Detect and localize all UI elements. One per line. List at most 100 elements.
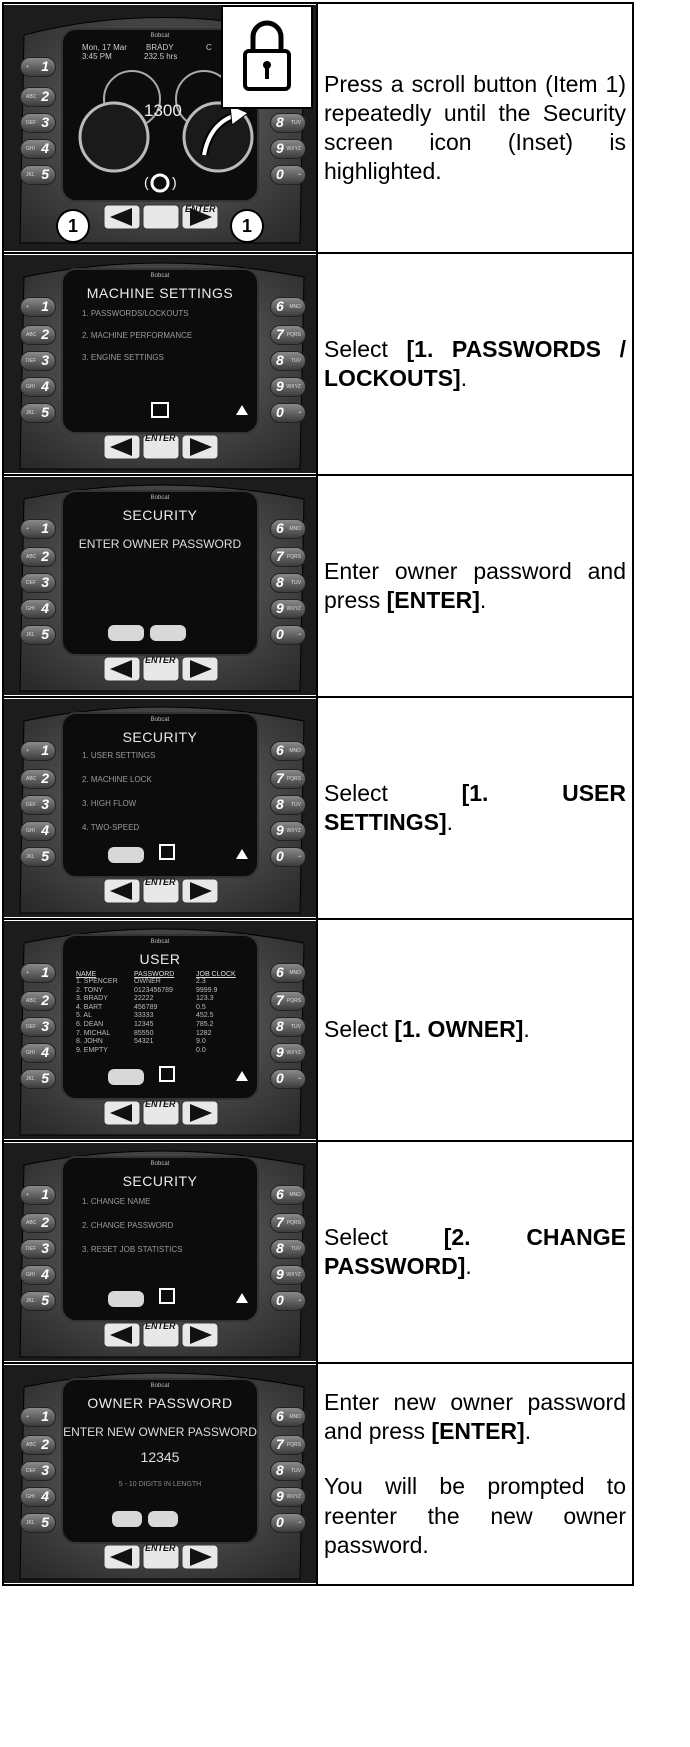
keypad-key-5[interactable]: JKL 5 [20, 403, 56, 423]
keypad-key-0[interactable]: 0 -• [270, 847, 306, 867]
scroll-left-button[interactable] [103, 1100, 141, 1126]
menu-item: 1. PASSWORDS/LOCKOUTS [82, 309, 189, 318]
scroll-right-button[interactable] [181, 878, 219, 904]
keypad-key-0[interactable]: 0 -• [270, 1513, 306, 1533]
scroll-left-button[interactable] [103, 878, 141, 904]
keypad-key-3[interactable]: DEF 3 [20, 1017, 56, 1037]
keypad-key-7[interactable]: 7 PQRS [270, 1213, 306, 1233]
table-row[interactable]: 9. EMPTY 0.0 [76, 1047, 246, 1056]
keypad-key-2[interactable]: ABC 2 [20, 1213, 56, 1233]
keypad-key-5[interactable]: JKL 5 [20, 625, 56, 645]
keypad-key-4[interactable]: GHI 4 [20, 599, 56, 619]
table-row[interactable]: 8. JOHN 54321 9.0 [76, 1038, 246, 1047]
keypad-key-1[interactable]: +1 [20, 1407, 56, 1427]
keypad-key-9[interactable]: 9 WXYZ [270, 1043, 306, 1063]
keypad-key-0[interactable]: 0 -• [270, 1069, 306, 1089]
enter-button[interactable] [142, 204, 180, 230]
table-row[interactable]: 6. DEAN 12345 785.2 [76, 1021, 246, 1030]
keypad-key-4[interactable]: GHI 4 [20, 377, 56, 397]
table-row[interactable]: 2. TONY 0123456789 9999.9 [76, 987, 246, 996]
keypad-key-3[interactable]: DEF 3 [20, 1461, 56, 1481]
keypad-key-7[interactable]: 7 PQRS [270, 547, 306, 567]
keypad-key-9[interactable]: 9 WXYZ [270, 1487, 306, 1507]
keypad-key-4[interactable]: GHI 4 [20, 1043, 56, 1063]
keypad-key-6[interactable]: 6 MNO [270, 741, 306, 761]
keypad-key-4[interactable]: GHI 4 [20, 821, 56, 841]
keypad-key-5[interactable]: JKL 5 [20, 1069, 56, 1089]
keypad-key-2[interactable]: ABC 2 [20, 769, 56, 789]
scroll-right-button[interactable] [181, 1544, 219, 1570]
keypad-key-7[interactable]: 7 PQRS [270, 325, 306, 345]
keypad-key-5[interactable]: JKL 5 [20, 165, 56, 185]
keypad-key-2[interactable]: ABC 2 [20, 991, 56, 1011]
keypad-key-8[interactable]: 8 TUV [270, 1461, 306, 1481]
scroll-left-button[interactable] [103, 434, 141, 460]
keypad-key-9[interactable]: 9 WXYZ [270, 377, 306, 397]
keypad-key-9[interactable]: 9 WXYZ [270, 139, 306, 159]
keypad-key-6[interactable]: 6 MNO [270, 1407, 306, 1427]
scroll-left-button[interactable] [103, 1544, 141, 1570]
keypad-key-3[interactable]: DEF 3 [20, 795, 56, 815]
keypad-key-1[interactable]: +1 [20, 741, 56, 761]
keypad-key-1[interactable]: +1 [20, 963, 56, 983]
keypad-key-3[interactable]: DEF 3 [20, 1239, 56, 1259]
keypad-key-1[interactable]: +1 [20, 297, 56, 317]
keypad-key-8[interactable]: 8 TUV [270, 351, 306, 371]
keypad-key-0[interactable]: 0 -• [270, 1291, 306, 1311]
table-row[interactable]: 7. MICHAL 85550 1282 [76, 1030, 246, 1039]
scroll-right-button[interactable] [181, 1322, 219, 1348]
keypad-key-0[interactable]: 0 -• [270, 625, 306, 645]
keypad-key-5[interactable]: JKL 5 [20, 1513, 56, 1533]
table-row[interactable]: 5. AL 33333 452.5 [76, 1012, 246, 1021]
keypad-key-6[interactable]: 6 MNO [270, 1185, 306, 1205]
keypad-key-7[interactable]: 7 PQRS [270, 769, 306, 789]
keypad-key-6[interactable]: 6 MNO [270, 519, 306, 539]
step-text-cell: Select [1. PASSWORDS / LOCKOUTS]. [316, 252, 634, 476]
scroll-right-button[interactable] [181, 656, 219, 682]
keypad-key-8[interactable]: 8 TUV [270, 795, 306, 815]
table-row[interactable]: 1. SPENCER OWNER 2.3 [76, 978, 246, 987]
keypad-key-8[interactable]: 8 TUV [270, 113, 306, 133]
keypad-key-6[interactable]: 6 MNO [270, 297, 306, 317]
table-cell: 3. BRADY [76, 995, 108, 1003]
keypad-key-4[interactable]: GHI 4 [20, 1265, 56, 1285]
keypad-key-1[interactable]: +1 [20, 519, 56, 539]
keypad-key-0[interactable]: 0 -• [270, 165, 306, 185]
keypad-key-1[interactable]: +1 [20, 57, 56, 77]
keypad-key-9[interactable]: 9 WXYZ [270, 1265, 306, 1285]
enter-button-label: ENTER [185, 204, 216, 214]
keypad-key-2[interactable]: ABC 2 [20, 547, 56, 567]
keypad-key-2[interactable]: ABC 2 [20, 325, 56, 345]
table-row[interactable]: 4. BART 456789 0.5 [76, 1004, 246, 1013]
table-cell: 8. JOHN [76, 1038, 103, 1046]
keypad-key-2[interactable]: ABC 2 [20, 1435, 56, 1455]
left-dial-icon [78, 101, 150, 173]
keypad-key-8[interactable]: 8 TUV [270, 1017, 306, 1037]
keypad-key-3[interactable]: DEF 3 [20, 351, 56, 371]
scroll-right-button[interactable] [181, 1100, 219, 1126]
keypad-key-5[interactable]: JKL 5 [20, 1291, 56, 1311]
keypad-key-1[interactable]: +1 [20, 1185, 56, 1205]
scroll-left-button[interactable] [103, 1322, 141, 1348]
table-cell: 0.0 [196, 1046, 206, 1054]
keypad-key-0[interactable]: 0 -• [270, 403, 306, 423]
table-cell: 0.5 [196, 1003, 206, 1011]
scroll-right-button[interactable] [181, 434, 219, 460]
keypad-key-4[interactable]: GHI 4 [20, 139, 56, 159]
keypad-key-3[interactable]: DEF 3 [20, 113, 56, 133]
keypad-key-7[interactable]: 7 PQRS [270, 1435, 306, 1455]
padlock-icon [243, 20, 291, 91]
keypad-key-9[interactable]: 9 WXYZ [270, 599, 306, 619]
keypad-key-2[interactable]: ABC 2 [20, 87, 56, 107]
keypad-key-8[interactable]: 8 TUV [270, 573, 306, 593]
keypad-key-6[interactable]: 6 MNO [270, 963, 306, 983]
keypad-key-5[interactable]: JKL 5 [20, 847, 56, 867]
keypad-key-3[interactable]: DEF 3 [20, 573, 56, 593]
keypad-key-9[interactable]: 9 WXYZ [270, 821, 306, 841]
keypad-key-7[interactable]: 7 PQRS [270, 991, 306, 1011]
scroll-left-button[interactable] [103, 656, 141, 682]
keypad-key-4[interactable]: GHI 4 [20, 1487, 56, 1507]
keypad-key-8[interactable]: 8 TUV [270, 1239, 306, 1259]
scroll-left-button[interactable] [103, 204, 141, 230]
table-row[interactable]: 3. BRADY 22222 123.3 [76, 995, 246, 1004]
